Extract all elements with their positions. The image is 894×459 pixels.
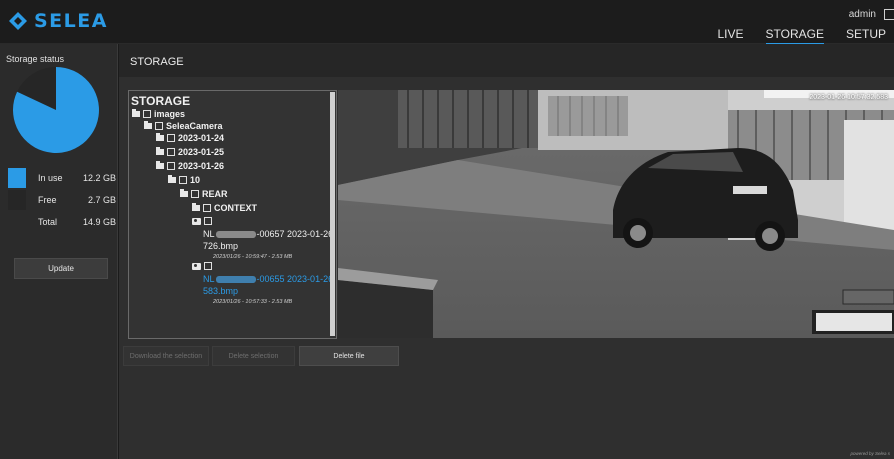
delete-file-button[interactable]: Delete file xyxy=(299,346,399,366)
storage-status-title: Storage status xyxy=(6,54,65,64)
node-checkbox[interactable] xyxy=(143,110,151,118)
total-label: Total xyxy=(38,217,58,227)
free-label: Free xyxy=(38,195,57,205)
folder-icon xyxy=(132,109,140,117)
main-nav: LIVE STORAGE SETUP xyxy=(704,27,894,45)
nav-storage[interactable]: STORAGE xyxy=(752,27,832,45)
file-name-selected[interactable]: NL -00655 2023-01-26 10 xyxy=(203,274,336,284)
nav-setup[interactable]: SETUP xyxy=(832,27,894,41)
node-checkbox[interactable] xyxy=(179,176,187,184)
file-checkbox[interactable] xyxy=(204,262,212,270)
tree-node-images[interactable]: images xyxy=(132,109,185,119)
download-selection-button[interactable]: Download the selection xyxy=(123,346,209,366)
file-name-ext-selected[interactable]: 583.bmp xyxy=(203,286,238,296)
tree-node-rear[interactable]: REAR xyxy=(180,189,228,199)
tree-root-label: STORAGE xyxy=(131,94,191,108)
logout-icon[interactable] xyxy=(884,9,894,20)
user-name[interactable]: admin xyxy=(849,9,876,20)
top-bar: SELEA admin LIVE STORAGE SETUP xyxy=(0,0,894,45)
folder-icon xyxy=(156,147,164,155)
delete-selection-button[interactable]: Delete selection xyxy=(212,346,295,366)
folder-icon xyxy=(180,189,188,197)
file-meta: 2023/01/26 - 10:57:33 - 2.53 MB xyxy=(213,299,293,305)
image-timestamp: 2023-01-26 10:57:32.583 xyxy=(809,94,888,101)
node-checkbox[interactable] xyxy=(167,134,175,142)
tree-node-2023-01-25[interactable]: 2023-01-25 xyxy=(156,147,224,157)
file-meta: 2023/01/26 - 10:59:47 - 2.53 MB xyxy=(213,254,293,260)
folder-icon xyxy=(192,203,200,211)
camera-icon xyxy=(192,262,201,270)
node-checkbox[interactable] xyxy=(191,190,199,198)
update-button[interactable]: Update xyxy=(14,258,108,279)
file-item-icons[interactable] xyxy=(192,217,212,225)
in-use-label: In use xyxy=(38,173,63,183)
tree-node-2023-01-24[interactable]: 2023-01-24 xyxy=(156,133,224,143)
free-value: 2.7 GB xyxy=(87,195,116,205)
redacted-plate xyxy=(215,231,256,239)
tree-scrollbar[interactable] xyxy=(330,92,335,336)
folder-icon xyxy=(168,175,176,183)
tree-node-10[interactable]: 10 xyxy=(168,175,200,185)
main-header: STORAGE xyxy=(119,44,894,77)
powered-by: powered by Selea s xyxy=(850,451,890,456)
folder-icon xyxy=(144,121,152,129)
legend-total: Total 14.9 GB xyxy=(8,212,116,232)
total-value: 14.9 GB xyxy=(82,217,116,227)
tree-node-context[interactable]: CONTEXT xyxy=(192,203,257,213)
free-swatch xyxy=(8,190,26,210)
tree-node-seleacamera[interactable]: SeleaCamera xyxy=(144,121,223,131)
tree-node-2023-01-26[interactable]: 2023-01-26 xyxy=(156,161,224,171)
brand-name: SELEA xyxy=(34,10,108,32)
file-name-ext[interactable]: 726.bmp xyxy=(203,241,238,251)
redacted-plate xyxy=(215,276,256,284)
file-tree[interactable]: STORAGE images SeleaCamera 2023-01-24 20… xyxy=(128,90,337,339)
legend-in-use: In use 12.2 GB xyxy=(8,168,116,188)
page-title: STORAGE xyxy=(130,56,184,68)
captured-image: 2023-01-26 10:57:32.583 xyxy=(338,90,894,338)
node-checkbox[interactable] xyxy=(203,204,211,212)
in-use-value: 12.2 GB xyxy=(82,173,116,183)
folder-icon xyxy=(156,133,164,141)
legend-free: Free 2.7 GB xyxy=(8,190,116,210)
street-scene-photo xyxy=(338,90,894,338)
nav-live[interactable]: LIVE xyxy=(704,27,752,41)
file-checkbox[interactable] xyxy=(204,217,212,225)
camera-icon xyxy=(192,217,201,225)
file-name[interactable]: NL -00657 2023-01-26 10 xyxy=(203,229,336,239)
storage-pie-chart xyxy=(13,67,99,153)
node-checkbox[interactable] xyxy=(167,148,175,156)
node-checkbox[interactable] xyxy=(167,162,175,170)
in-use-swatch xyxy=(8,168,26,188)
file-item-icons[interactable] xyxy=(192,262,212,270)
main-area: STORAGE STORAGE images SeleaCamera 2023-… xyxy=(119,44,894,459)
brand-logo[interactable]: SELEA xyxy=(8,10,108,32)
storage-status-panel: Storage status In use 12.2 GB Free 2.7 G… xyxy=(0,44,118,459)
node-checkbox[interactable] xyxy=(155,122,163,130)
selea-logo-icon xyxy=(9,12,27,30)
folder-icon xyxy=(156,161,164,169)
